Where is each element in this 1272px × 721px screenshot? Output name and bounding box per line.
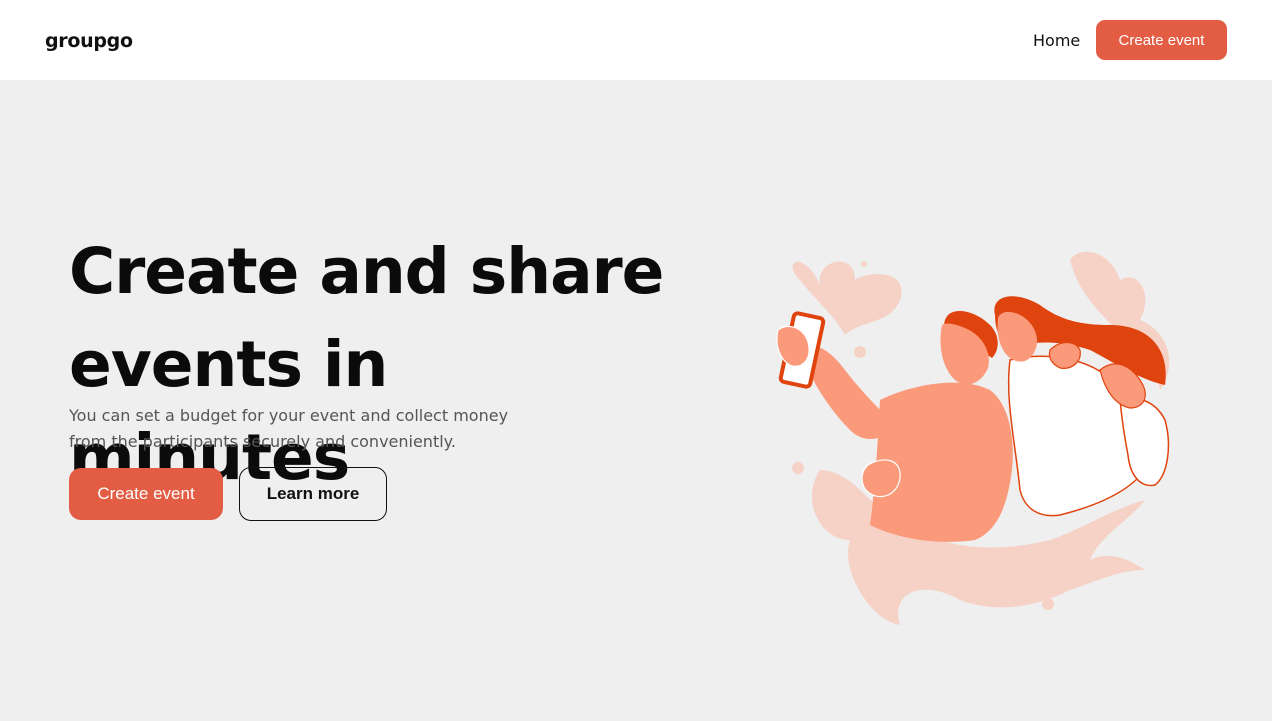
splash-dot [792, 462, 804, 474]
splash-dot [1042, 598, 1054, 610]
woman-hand [1048, 341, 1081, 369]
hero-subtitle-line-2: from the participants securely and conve… [69, 432, 456, 451]
man-hand [861, 459, 901, 498]
logo[interactable]: groupgo [45, 30, 133, 52]
hero-subtitle: You can set a budget for your event and … [69, 403, 569, 455]
hero-subtitle-line-1: You can set a budget for your event and … [69, 406, 509, 425]
two-people-selfie-illustration [776, 251, 1170, 625]
nav-home-link[interactable]: Home [1033, 31, 1080, 50]
splash-dot [861, 261, 867, 267]
learn-more-button[interactable]: Learn more [239, 467, 387, 521]
top-header: groupgo Home Create event [0, 0, 1272, 80]
splash-dot [854, 346, 866, 358]
header-create-event-button[interactable]: Create event [1096, 20, 1227, 60]
hero-create-event-button[interactable]: Create event [69, 468, 223, 520]
hero-title-line-1: Create and share [69, 235, 664, 308]
hero-title: Create and share events in minutes [69, 225, 669, 504]
